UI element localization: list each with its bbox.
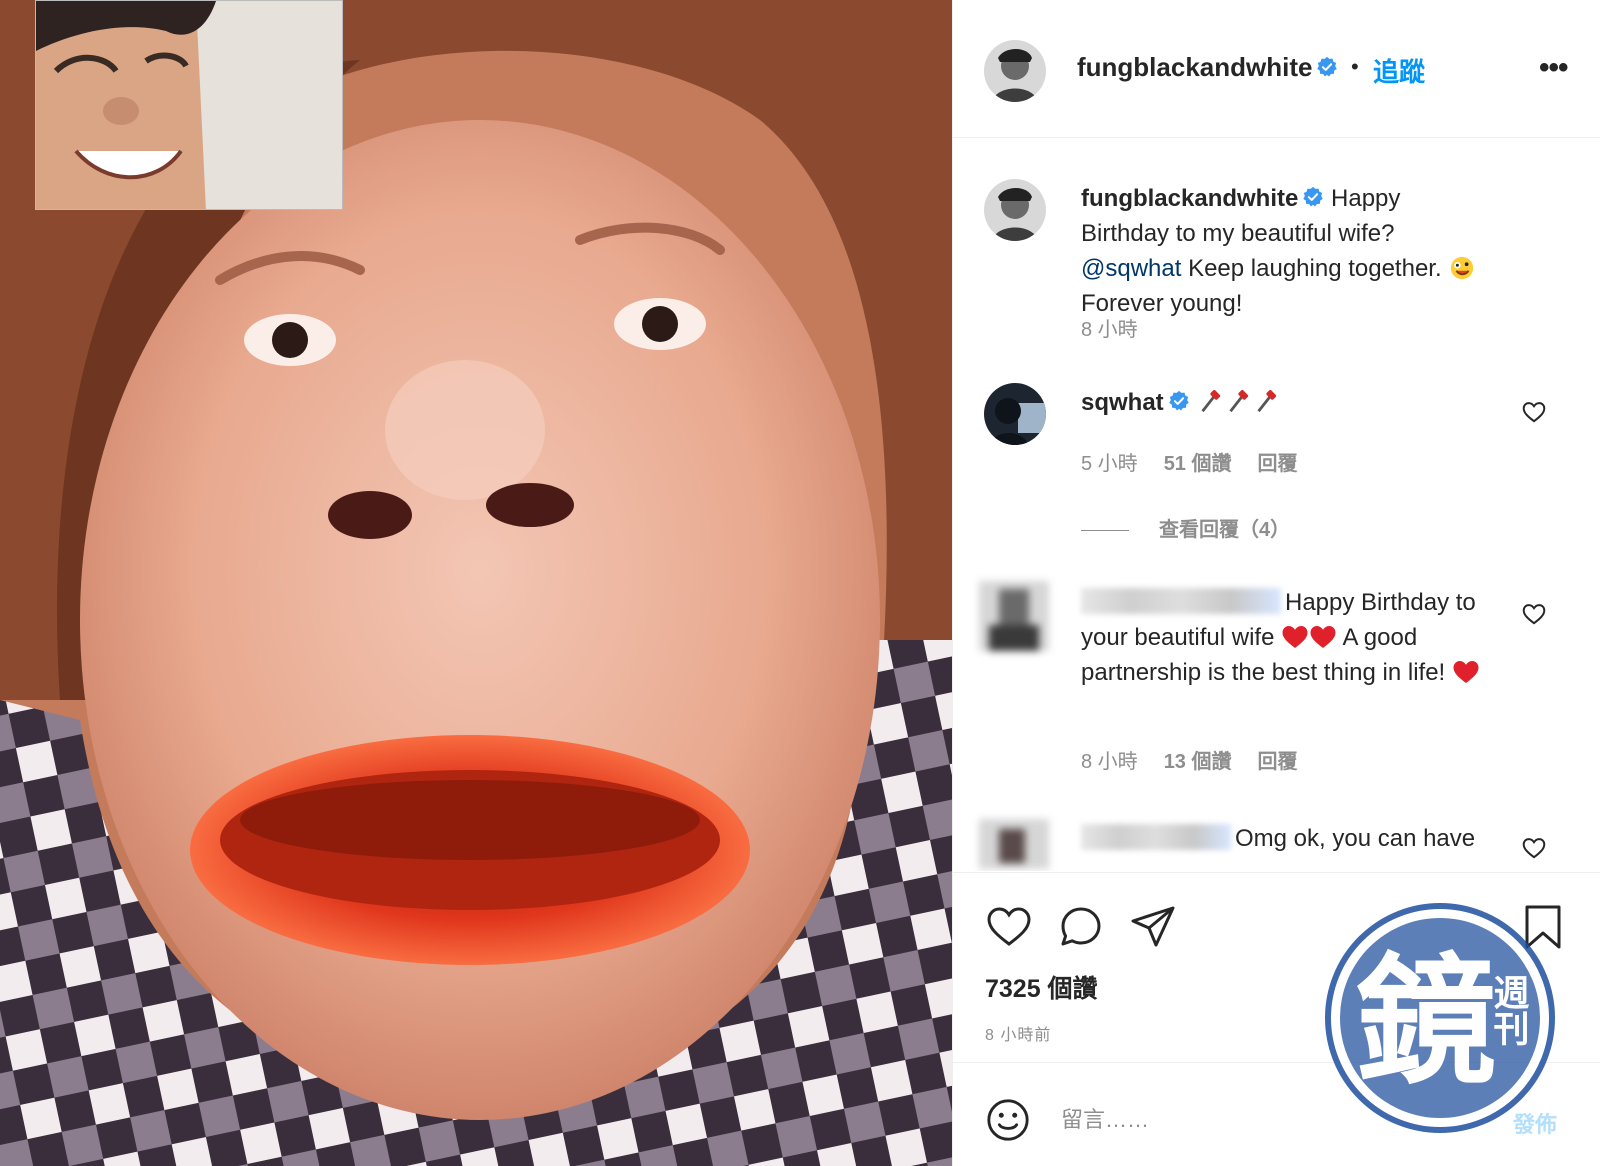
- caption-username[interactable]: fungblackandwhite: [1081, 185, 1298, 212]
- comment-meta: 5 小時 51 個讚 回覆: [1081, 447, 1324, 476]
- replies-divider: [1081, 530, 1129, 532]
- comment-text: sqwhat: [1081, 385, 1491, 420]
- comment-text: Omg ok, you can have: [1081, 821, 1501, 856]
- magazine-logo-watermark: 鏡 週刊: [1325, 903, 1555, 1133]
- comment-text: Happy Birthday to your beautiful wife A …: [1081, 585, 1491, 690]
- avatar-image: [984, 40, 1046, 102]
- pushpin-emoji: [1257, 390, 1277, 413]
- avatar-image: [984, 383, 1046, 445]
- zany-face-emoji: [1451, 256, 1474, 280]
- pushpin-emoji: [1229, 390, 1249, 413]
- red-heart-emoji: [1453, 661, 1479, 683]
- comment-text-part: Omg ok, you can have: [1235, 825, 1476, 852]
- logo-subtext: 週刊: [1488, 974, 1530, 1046]
- smiley-icon[interactable]: [985, 1097, 1031, 1143]
- caption-avatar[interactable]: [984, 179, 1046, 241]
- follow-button[interactable]: 追蹤: [1373, 52, 1425, 89]
- author-avatar[interactable]: [984, 40, 1046, 102]
- commenter-avatar-blurred[interactable]: [979, 581, 1049, 651]
- commenter-avatar-blurred[interactable]: [979, 819, 1049, 869]
- view-replies-label[interactable]: 查看回覆（4）: [1159, 519, 1290, 541]
- comment-likes[interactable]: 51 個讚: [1164, 453, 1232, 475]
- comment-username[interactable]: sqwhat: [1081, 389, 1164, 416]
- logo-character: 鏡: [1356, 941, 1496, 1104]
- likes-count[interactable]: 7325 個讚: [985, 969, 1098, 1005]
- red-heart-emoji: [1310, 626, 1336, 648]
- verified-badge-icon: [1303, 186, 1324, 207]
- caption-text-part: Keep laughing together.: [1181, 255, 1449, 282]
- comment-username-blurred[interactable]: [1081, 588, 1281, 614]
- author-username-text[interactable]: fungblackandwhite: [1077, 52, 1312, 82]
- author-username[interactable]: fungblackandwhite: [1077, 52, 1338, 83]
- heart-icon[interactable]: [1521, 399, 1547, 425]
- comment-time[interactable]: 5 小時: [1081, 453, 1138, 475]
- share-icon[interactable]: [1129, 903, 1177, 951]
- post-photo[interactable]: [0, 0, 952, 1166]
- caption-meta: 8 小時: [1081, 313, 1164, 342]
- comment-icon[interactable]: [1057, 903, 1105, 951]
- caption-time[interactable]: 8 小時: [1081, 319, 1138, 341]
- avatar-image: [984, 179, 1046, 241]
- comment-username-blurred[interactable]: [1081, 824, 1231, 850]
- post-header: fungblackandwhite • 追蹤 •••: [953, 0, 1600, 138]
- avatar-image: [979, 581, 1049, 651]
- comment-likes[interactable]: 13 個讚: [1164, 751, 1232, 773]
- comments-scroll-area[interactable]: fungblackandwhite Happy Birthday to my b…: [953, 139, 1600, 871]
- view-replies-button[interactable]: 查看回覆（4）: [1081, 513, 1290, 542]
- verified-badge-icon: [1317, 56, 1338, 77]
- more-options-button[interactable]: •••: [1539, 48, 1579, 88]
- caption-text: fungblackandwhite Happy Birthday to my b…: [1081, 181, 1491, 321]
- comment-meta: 8 小時 13 個讚 回覆: [1081, 745, 1324, 774]
- red-heart-emoji: [1282, 626, 1308, 648]
- verified-badge-icon: [1168, 390, 1189, 411]
- video-call-inset: [35, 0, 343, 210]
- heart-icon[interactable]: [1521, 835, 1547, 861]
- reply-button[interactable]: 回覆: [1258, 751, 1298, 773]
- reply-button[interactable]: 回覆: [1258, 453, 1298, 475]
- heart-icon[interactable]: [985, 903, 1033, 951]
- commenter-avatar[interactable]: [984, 383, 1046, 445]
- post-time[interactable]: 8 小時前: [985, 1021, 1051, 1045]
- header-separator: •: [1351, 54, 1359, 79]
- pushpin-emoji: [1201, 390, 1221, 413]
- comment-time[interactable]: 8 小時: [1081, 751, 1138, 773]
- heart-icon[interactable]: [1521, 601, 1547, 627]
- mention-link[interactable]: @sqwhat: [1081, 255, 1181, 282]
- man-smiling-illustration: [36, 1, 342, 209]
- avatar-image: [979, 819, 1049, 869]
